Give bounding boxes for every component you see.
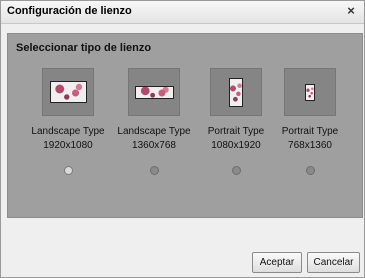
radio-button[interactable] — [150, 166, 159, 175]
dialog-title: Configuración de lienzo — [7, 5, 132, 17]
canvas-option-portrait-1080x1920[interactable]: Portrait Type 1080x1920 — [196, 62, 276, 212]
canvas-option-name: Landscape Type — [31, 126, 105, 137]
canvas-option-name: Landscape Type — [117, 126, 191, 137]
canvas-thumbnail — [42, 68, 94, 116]
canvas-option-resolution: 1080x1920 — [211, 140, 261, 151]
accept-button[interactable]: Aceptar — [252, 252, 302, 273]
canvas-option-landscape-1920x1080[interactable]: Landscape Type 1920x1080 — [28, 62, 108, 212]
canvas-thumbnail — [284, 68, 336, 116]
canvas-option-resolution: 768x1360 — [288, 140, 332, 151]
canvas-option-portrait-768x1360[interactable]: Portrait Type 768x1360 — [270, 62, 350, 212]
canvas-option-name: Portrait Type — [281, 126, 339, 137]
radio-button[interactable] — [306, 166, 315, 175]
canvas-option-resolution: 1920x1080 — [43, 140, 93, 151]
radio-button[interactable] — [64, 166, 73, 175]
close-icon[interactable]: × — [344, 3, 358, 19]
canvas-option-resolution: 1360x768 — [132, 140, 176, 151]
canvas-thumbnail — [210, 68, 262, 116]
canvas-option-name: Portrait Type — [207, 126, 265, 137]
landscape-preview-image — [50, 81, 87, 103]
canvas-settings-dialog: Configuración de lienzo × Seleccionar ti… — [0, 0, 365, 278]
cancel-button[interactable]: Cancelar — [307, 252, 360, 273]
canvas-option-landscape-1360x768[interactable]: Landscape Type 1360x768 — [114, 62, 194, 212]
radio-button[interactable] — [232, 166, 241, 175]
portrait-preview-image — [305, 84, 315, 101]
landscape-preview-image — [135, 86, 174, 99]
canvas-thumbnail — [128, 68, 180, 116]
dialog-titlebar[interactable]: Configuración de lienzo × — [1, 1, 364, 24]
canvas-type-panel: Seleccionar tipo de lienzo Landscape Typ… — [7, 33, 363, 218]
section-title: Seleccionar tipo de lienzo — [16, 42, 152, 54]
portrait-preview-image — [229, 78, 243, 107]
